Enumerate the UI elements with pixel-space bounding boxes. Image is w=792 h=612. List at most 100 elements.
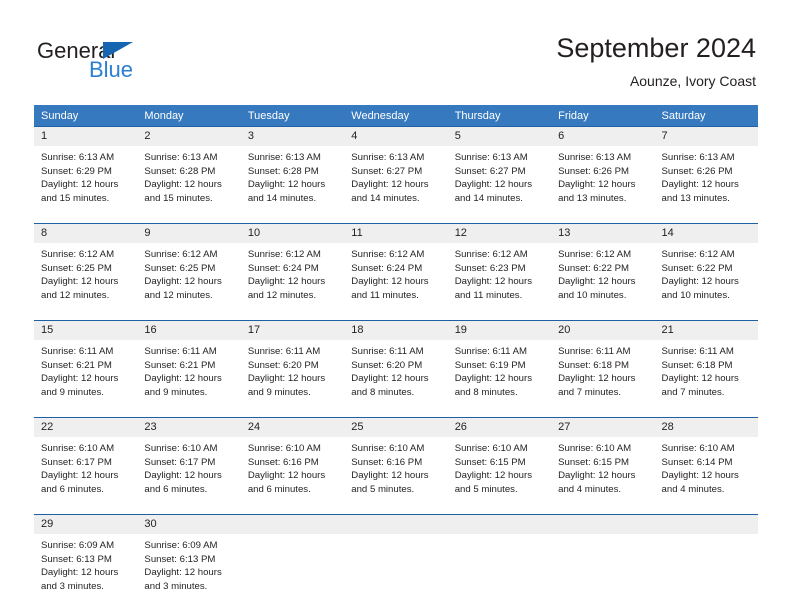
sunrise-text: Sunrise: 6:11 AM xyxy=(661,346,734,357)
sunrise-text: Sunrise: 6:13 AM xyxy=(661,152,735,163)
daylight-text-line2: and 3 minutes. xyxy=(41,580,104,592)
day-details: Sunrise: 6:09 AM Sunset: 6:13 PM Daylight:… xyxy=(137,534,240,593)
daylight-text-line1: Daylight: 12 hours xyxy=(454,179,533,191)
week-spacer-cell xyxy=(34,409,758,418)
daylight-text-line1: Daylight: 12 hours xyxy=(558,276,636,288)
calendar-day-cell[interactable]: 25 Sunrise: 6:10 AM Sunset: 6:16 PM Dayligh… xyxy=(344,417,448,506)
daylight-text-line2: and 14 minutes. xyxy=(247,192,317,204)
calendar-day-cell[interactable]: 9 Sunrise: 6:12 AM Sunset: 6:25 PM Daylight… xyxy=(137,223,241,312)
day-number: 3 xyxy=(240,127,345,146)
day-number: 8 xyxy=(34,224,138,243)
day-number xyxy=(551,515,655,534)
daylight-text-line2: and 6 minutes. xyxy=(41,483,104,495)
calendar-day-cell[interactable]: 17 Sunrise: 6:11 AM Sunset: 6:20 PM Dayligh… xyxy=(240,320,345,409)
calendar-day-cell[interactable]: 6 Sunrise: 6:13 AM Sunset: 6:26 PM Daylight… xyxy=(551,126,655,215)
day-details: Sunrise: 6:13 AM Sunset: 6:26 PM Daylight:… xyxy=(551,146,654,205)
daylight-text-line2: and 7 minutes. xyxy=(558,386,622,398)
day-number: 20 xyxy=(551,321,655,340)
calendar-day-cell[interactable] xyxy=(447,514,552,603)
calendar-week-row: 8 Sunrise: 6:12 AM Sunset: 6:25 PM Daylight… xyxy=(34,223,758,312)
day-number: 11 xyxy=(344,224,448,243)
day-details: Sunrise: 6:10 AM Sunset: 6:17 PM Daylight:… xyxy=(34,437,137,496)
day-cell-content: 18 Sunrise: 6:11 AM Sunset: 6:20 PM Dayligh… xyxy=(344,321,448,409)
calendar-day-cell[interactable]: 14 Sunrise: 6:12 AM Sunset: 6:22 PM Dayligh… xyxy=(654,223,758,312)
sunrise-text: Sunrise: 6:12 AM xyxy=(247,249,321,260)
daylight-text-line1: Daylight: 12 hours xyxy=(558,373,636,385)
week-spacer xyxy=(34,506,758,515)
day-details: Sunrise: 6:13 AM Sunset: 6:26 PM Daylight:… xyxy=(655,146,758,205)
calendar-day-cell[interactable]: 24 Sunrise: 6:10 AM Sunset: 6:16 PM Dayligh… xyxy=(240,417,345,506)
calendar-day-cell[interactable]: 16 Sunrise: 6:11 AM Sunset: 6:21 PM Dayligh… xyxy=(137,320,241,409)
calendar-day-cell[interactable]: 28 Sunrise: 6:10 AM Sunset: 6:14 PM Dayligh… xyxy=(654,417,758,506)
calendar-day-cell[interactable]: 30 Sunrise: 6:09 AM Sunset: 6:13 PM Dayligh… xyxy=(137,514,241,603)
calendar-day-cell[interactable]: 13 Sunrise: 6:12 AM Sunset: 6:22 PM Dayligh… xyxy=(551,223,655,312)
calendar-day-cell[interactable]: 12 Sunrise: 6:12 AM Sunset: 6:23 PM Dayligh… xyxy=(447,223,552,312)
calendar-day-cell[interactable]: 3 Sunrise: 6:13 AM Sunset: 6:28 PM Daylight… xyxy=(240,126,345,215)
calendar-day-cell[interactable] xyxy=(240,514,345,603)
sunset-text: Sunset: 6:21 PM xyxy=(144,359,216,371)
calendar-day-cell[interactable]: 19 Sunrise: 6:11 AM Sunset: 6:19 PM Dayligh… xyxy=(447,320,552,409)
sunset-text: Sunset: 6:17 PM xyxy=(144,456,216,468)
weekday-header-friday: Friday xyxy=(551,105,655,127)
day-cell-content: 7 Sunrise: 6:13 AM Sunset: 6:26 PM Daylight… xyxy=(654,127,758,215)
sunset-text: Sunset: 6:16 PM xyxy=(247,456,319,468)
day-cell-empty xyxy=(447,515,552,603)
calendar-day-cell[interactable] xyxy=(344,514,448,603)
sunset-text: Sunset: 6:26 PM xyxy=(558,165,630,177)
day-number: 1 xyxy=(34,127,138,146)
day-details: Sunrise: 6:10 AM Sunset: 6:17 PM Daylight:… xyxy=(137,437,240,496)
day-details: Sunrise: 6:09 AM Sunset: 6:13 PM Daylight:… xyxy=(34,534,137,593)
page-title: September 2024 xyxy=(556,33,756,63)
calendar-day-cell[interactable]: 26 Sunrise: 6:10 AM Sunset: 6:15 PM Dayligh… xyxy=(447,417,552,506)
calendar-day-cell[interactable]: 22 Sunrise: 6:10 AM Sunset: 6:17 PM Dayligh… xyxy=(34,417,138,506)
calendar-day-cell[interactable]: 21 Sunrise: 6:11 AM Sunset: 6:18 PM Dayligh… xyxy=(654,320,758,409)
day-details: Sunrise: 6:11 AM Sunset: 6:19 PM Daylight:… xyxy=(448,340,551,399)
calendar-day-cell[interactable]: 20 Sunrise: 6:11 AM Sunset: 6:18 PM Dayligh… xyxy=(551,320,655,409)
day-details: Sunrise: 6:13 AM Sunset: 6:27 PM Daylight:… xyxy=(344,146,447,205)
daylight-text-line1: Daylight: 12 hours xyxy=(661,276,739,288)
sunrise-text: Sunrise: 6:12 AM xyxy=(454,249,528,260)
day-cell-content: 12 Sunrise: 6:12 AM Sunset: 6:23 PM Dayligh… xyxy=(447,224,552,312)
day-details: Sunrise: 6:13 AM Sunset: 6:28 PM Daylight:… xyxy=(241,146,344,205)
sunrise-text: Sunrise: 6:11 AM xyxy=(558,346,631,357)
calendar-day-cell[interactable]: 1 Sunrise: 6:13 AM Sunset: 6:29 PM Daylight… xyxy=(34,126,138,215)
calendar-day-cell[interactable]: 7 Sunrise: 6:13 AM Sunset: 6:26 PM Daylight… xyxy=(654,126,758,215)
calendar-day-cell[interactable] xyxy=(654,514,758,603)
daylight-text-line2: and 15 minutes. xyxy=(41,192,110,204)
day-cell-content: 27 Sunrise: 6:10 AM Sunset: 6:15 PM Dayligh… xyxy=(551,418,655,506)
day-number: 4 xyxy=(344,127,448,146)
daylight-text-line1: Daylight: 12 hours xyxy=(558,179,636,191)
sunrise-text: Sunrise: 6:13 AM xyxy=(454,152,528,163)
calendar-day-cell[interactable]: 10 Sunrise: 6:12 AM Sunset: 6:24 PM Dayligh… xyxy=(240,223,345,312)
day-cell-content: 3 Sunrise: 6:13 AM Sunset: 6:28 PM Daylight… xyxy=(240,127,345,215)
calendar-day-cell[interactable]: 18 Sunrise: 6:11 AM Sunset: 6:20 PM Dayligh… xyxy=(344,320,448,409)
day-cell-content: 15 Sunrise: 6:11 AM Sunset: 6:21 PM Dayligh… xyxy=(34,321,138,409)
daylight-text-line1: Daylight: 12 hours xyxy=(247,470,326,482)
calendar-day-cell[interactable]: 15 Sunrise: 6:11 AM Sunset: 6:21 PM Dayligh… xyxy=(34,320,138,409)
day-details: Sunrise: 6:10 AM Sunset: 6:15 PM Daylight:… xyxy=(448,437,551,496)
calendar-day-cell[interactable]: 27 Sunrise: 6:10 AM Sunset: 6:15 PM Dayligh… xyxy=(551,417,655,506)
day-number xyxy=(654,515,758,534)
calendar-day-cell[interactable]: 5 Sunrise: 6:13 AM Sunset: 6:27 PM Daylight… xyxy=(447,126,552,215)
sunset-text: Sunset: 6:13 PM xyxy=(144,553,216,565)
sunrise-text: Sunrise: 6:10 AM xyxy=(351,443,425,454)
calendar-day-cell[interactable]: 11 Sunrise: 6:12 AM Sunset: 6:24 PM Dayligh… xyxy=(344,223,448,312)
day-cell-content: 21 Sunrise: 6:11 AM Sunset: 6:18 PM Dayligh… xyxy=(654,321,758,409)
day-number: 19 xyxy=(447,321,552,340)
title-block: September 2024 Aounze, Ivory Coast xyxy=(556,32,756,91)
calendar-day-cell[interactable] xyxy=(551,514,655,603)
day-details: Sunrise: 6:10 AM Sunset: 6:16 PM Daylight:… xyxy=(344,437,447,496)
calendar-day-cell[interactable]: 8 Sunrise: 6:12 AM Sunset: 6:25 PM Daylight… xyxy=(34,223,138,312)
daylight-text-line1: Daylight: 12 hours xyxy=(41,179,119,191)
calendar-day-cell[interactable]: 4 Sunrise: 6:13 AM Sunset: 6:27 PM Daylight… xyxy=(344,126,448,215)
calendar-day-cell[interactable]: 2 Sunrise: 6:13 AM Sunset: 6:28 PM Daylight… xyxy=(137,126,241,215)
calendar-day-cell[interactable]: 23 Sunrise: 6:10 AM Sunset: 6:17 PM Dayligh… xyxy=(137,417,241,506)
sunset-text: Sunset: 6:24 PM xyxy=(247,262,319,274)
day-details: Sunrise: 6:10 AM Sunset: 6:15 PM Daylight:… xyxy=(551,437,654,496)
logo-text-blue: Blue xyxy=(89,57,134,82)
general-blue-logo[interactable]: General Blue xyxy=(37,38,167,84)
day-number: 7 xyxy=(654,127,758,146)
daylight-text-line1: Daylight: 12 hours xyxy=(247,276,326,288)
day-number: 18 xyxy=(344,321,448,340)
calendar-day-cell[interactable]: 29 Sunrise: 6:09 AM Sunset: 6:13 PM Dayligh… xyxy=(34,514,138,603)
